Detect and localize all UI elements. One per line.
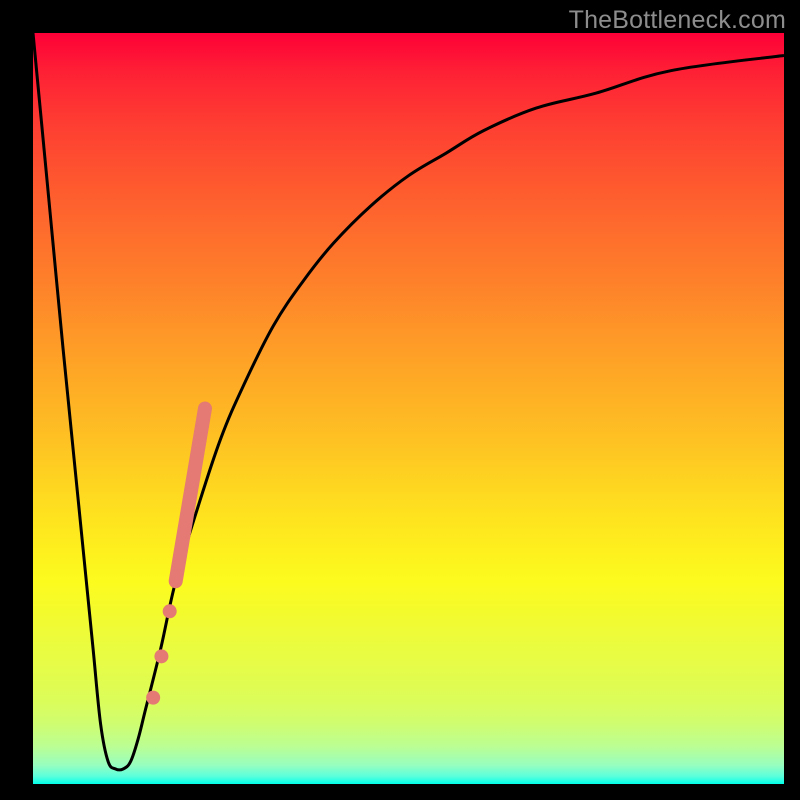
marker-layer — [146, 409, 205, 705]
watermark-text: TheBottleneck.com — [569, 6, 786, 35]
dot-3 — [146, 691, 160, 705]
dot-1 — [163, 604, 177, 618]
plot-area — [33, 33, 784, 784]
bottleneck-curve-path — [33, 33, 784, 770]
chart-frame: TheBottleneck.com — [0, 0, 800, 800]
dot-2 — [154, 649, 168, 663]
curve-layer — [33, 33, 784, 770]
chart-svg — [33, 33, 784, 784]
